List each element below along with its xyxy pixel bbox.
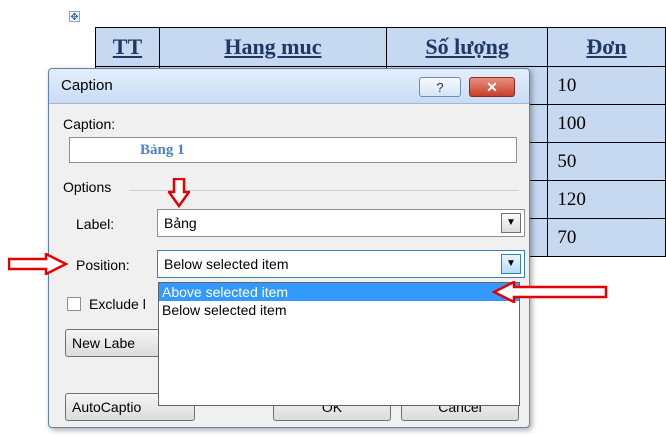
position-field-label: Position:	[76, 257, 130, 273]
quantity-cell: 100	[547, 104, 666, 143]
caption-input[interactable]: Bảng 1	[69, 137, 517, 163]
caption-field-label: Caption:	[63, 116, 116, 132]
position-select-value: Below selected item	[164, 256, 289, 272]
exclude-label-checkbox[interactable]	[67, 297, 81, 311]
close-button[interactable]: ✕	[469, 77, 515, 97]
label-select[interactable]: Bảng ▼	[157, 209, 525, 237]
table-move-handle-icon[interactable]: ✥	[69, 11, 80, 23]
label-field-label: Label:	[76, 216, 115, 232]
options-heading: Options	[63, 179, 112, 195]
position-select[interactable]: Below selected item ▼	[157, 250, 525, 278]
quantity-cell: 50	[547, 142, 666, 181]
dialog-title: Caption	[61, 77, 113, 94]
quantity-cell: 70	[547, 218, 666, 257]
chevron-down-icon[interactable]: ▼	[501, 254, 521, 274]
header-hang-muc: Hang muc	[158, 27, 387, 67]
header-don: Đơn	[547, 27, 666, 67]
chevron-down-icon[interactable]: ▼	[501, 213, 521, 233]
annotation-arrow-left-icon	[492, 281, 608, 303]
quantity-cell: 10	[547, 66, 666, 105]
annotation-arrow-right-icon	[8, 253, 68, 275]
position-option-below[interactable]: Below selected item	[159, 301, 519, 319]
exclude-label-text: Exclude l	[89, 296, 146, 312]
position-dropdown-list: Above selected item Below selected item	[158, 282, 520, 406]
position-option-above[interactable]: Above selected item	[159, 283, 519, 301]
header-tt: TT	[95, 27, 160, 67]
header-so-luong: Số lượng	[385, 27, 549, 67]
table-header-row: TT Hang muc Số lượng Đơn	[95, 27, 666, 67]
dialog-titlebar[interactable]: Caption ? ✕	[49, 69, 529, 104]
annotation-arrow-down-icon	[168, 178, 190, 208]
quantity-cell: 120	[547, 180, 666, 219]
help-button[interactable]: ?	[419, 77, 461, 97]
label-select-value: Bảng	[164, 215, 197, 231]
